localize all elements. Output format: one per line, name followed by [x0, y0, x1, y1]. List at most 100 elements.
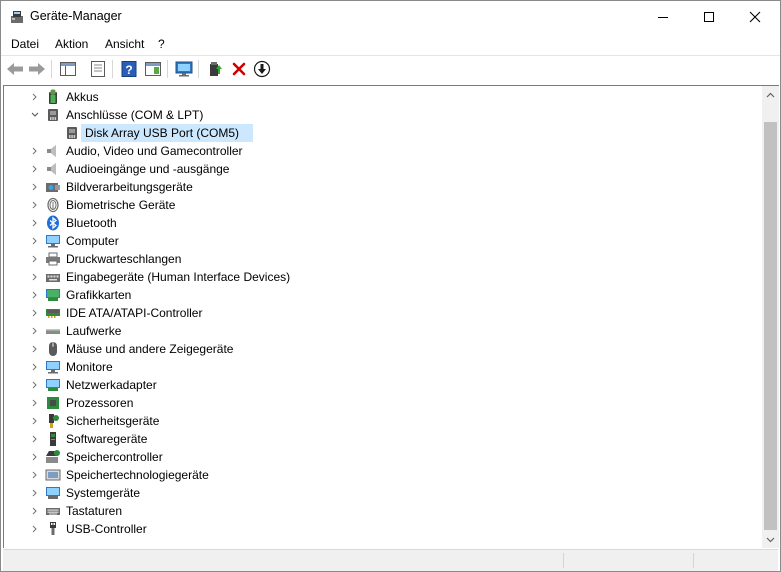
tree-item-label: Softwaregeräte [66, 432, 148, 446]
tree-category-row[interactable]: Softwaregeräte [4, 430, 764, 448]
chevron-right-icon[interactable] [30, 217, 40, 229]
device-tree-panel: Akkus Anschlüsse (COM & LPT) Disk Array US… [3, 85, 779, 548]
ide-controller-icon [45, 305, 61, 321]
tree-item-label: USB-Controller [66, 522, 147, 536]
toolbar-separator [112, 60, 113, 78]
menu-aktion[interactable]: Aktion [55, 37, 88, 51]
tree-category-row[interactable]: Bluetooth [4, 214, 764, 232]
tree-category-row[interactable]: Audioeingänge und -ausgänge [4, 160, 764, 178]
chevron-down-icon [766, 537, 775, 542]
window-title: Geräte-Manager [30, 9, 122, 23]
close-button[interactable] [732, 1, 778, 32]
tree-item-label: Prozessoren [66, 396, 134, 410]
chevron-right-icon[interactable] [30, 415, 40, 427]
tree-item-label: Akkus [66, 90, 99, 104]
chevron-up-icon [766, 92, 775, 97]
chevron-right-icon[interactable] [30, 307, 40, 319]
tree-category-row[interactable]: Prozessoren [4, 394, 764, 412]
chevron-right-icon[interactable] [30, 397, 40, 409]
chevron-right-icon[interactable] [30, 199, 40, 211]
tree-item-label: Systemgeräte [66, 486, 141, 500]
tree-category-row[interactable]: Druckwarteschlangen [4, 250, 764, 268]
maximize-button[interactable] [686, 1, 732, 32]
tree-item-label: Speichertechnologiegeräte [66, 468, 209, 482]
drive-icon [45, 323, 61, 339]
tree-item-label: Audioeingänge und -ausgänge [66, 162, 230, 176]
tree-category-row[interactable]: Tastaturen [4, 502, 764, 520]
menu-help[interactable]: ? [158, 37, 165, 51]
action-pane-button[interactable] [143, 59, 163, 79]
tree-category-row[interactable]: Mäuse und andere Zeigegeräte [4, 340, 764, 358]
chevron-right-icon[interactable] [30, 343, 40, 355]
chevron-right-icon[interactable] [30, 235, 40, 247]
usb-icon [45, 521, 61, 537]
back-button[interactable] [5, 59, 25, 79]
chevron-right-icon[interactable] [30, 271, 40, 283]
help-button[interactable]: ? [119, 59, 139, 79]
scroll-down-button[interactable] [762, 531, 779, 548]
tree-category-row[interactable]: Speichercontroller [4, 448, 764, 466]
menu-ansicht[interactable]: Ansicht [105, 37, 144, 51]
chevron-right-icon[interactable] [30, 433, 40, 445]
chevron-right-icon[interactable] [30, 325, 40, 337]
vertical-scrollbar[interactable] [762, 86, 779, 548]
arrow-left-icon [7, 63, 23, 75]
tree-category-row[interactable]: Monitore [4, 358, 764, 376]
tree-item-label: Anschlüsse (COM & LPT) [66, 108, 204, 122]
minimize-icon [658, 16, 668, 18]
chevron-right-icon[interactable] [30, 505, 40, 517]
scrollbar-thumb[interactable] [764, 122, 777, 530]
tree-category-row[interactable]: Eingabegeräte (Human Interface Devices) [4, 268, 764, 286]
minimize-button[interactable] [640, 1, 686, 32]
tree-category-row[interactable]: Speichertechnologiegeräte [4, 466, 764, 484]
processor-icon [45, 395, 61, 411]
chevron-right-icon[interactable] [30, 469, 40, 481]
system-device-icon [45, 485, 61, 501]
tree-device-row[interactable]: Disk Array USB Port (COM5) [4, 124, 764, 142]
scroll-up-button[interactable] [762, 86, 779, 103]
properties-icon [91, 61, 105, 77]
tree-category-row[interactable]: Sicherheitsgeräte [4, 412, 764, 430]
tree-category-row[interactable]: Audio, Video und Gamecontroller [4, 142, 764, 160]
tree-category-row[interactable]: USB-Controller [4, 520, 764, 538]
computer-icon [45, 233, 61, 249]
menu-bar: Datei Aktion Ansicht ? [1, 34, 780, 54]
update-driver-button[interactable] [205, 59, 225, 79]
chevron-right-icon[interactable] [30, 379, 40, 391]
show-hide-console-tree-button[interactable] [58, 59, 78, 79]
tree-category-row[interactable]: Computer [4, 232, 764, 250]
title-bar[interactable]: Geräte-Manager [1, 1, 780, 32]
uninstall-device-button[interactable] [229, 59, 249, 79]
tree-item-label: Biometrische Geräte [66, 198, 176, 212]
chevron-right-icon[interactable] [30, 289, 40, 301]
chevron-right-icon[interactable] [30, 523, 40, 535]
chevron-down-icon[interactable] [30, 109, 40, 121]
storage-controller-icon [45, 449, 61, 465]
menu-datei[interactable]: Datei [11, 37, 39, 51]
chevron-right-icon[interactable] [30, 361, 40, 373]
chevron-right-icon[interactable] [30, 487, 40, 499]
update-driver-icon [210, 62, 222, 76]
properties-button[interactable] [88, 59, 108, 79]
down-arrow-circle-icon [253, 60, 271, 78]
chevron-right-icon[interactable] [30, 253, 40, 265]
chevron-right-icon[interactable] [30, 145, 40, 157]
tree-category-row[interactable]: Netzwerkadapter [4, 376, 764, 394]
chevron-right-icon[interactable] [30, 163, 40, 175]
scan-hardware-button[interactable] [174, 59, 194, 79]
tree-category-row[interactable]: Laufwerke [4, 322, 764, 340]
tree-category-row[interactable]: Systemgeräte [4, 484, 764, 502]
tree-category-row[interactable]: Grafikkarten [4, 286, 764, 304]
tree-category-row[interactable]: Akkus [4, 88, 764, 106]
tree-category-row[interactable]: Bildverarbeitungsgeräte [4, 178, 764, 196]
tree-category-row[interactable]: IDE ATA/ATAPI-Controller [4, 304, 764, 322]
chevron-right-icon[interactable] [30, 91, 40, 103]
chevron-right-icon[interactable] [30, 181, 40, 193]
action-pane-icon [145, 62, 161, 76]
tree-category-row[interactable]: Anschlüsse (COM & LPT) [4, 106, 764, 124]
tree-item-label: Disk Array USB Port (COM5) [85, 126, 240, 140]
forward-button[interactable] [27, 59, 47, 79]
chevron-right-icon[interactable] [30, 451, 40, 463]
disable-device-button[interactable] [252, 59, 272, 79]
tree-category-row[interactable]: Biometrische Geräte [4, 196, 764, 214]
